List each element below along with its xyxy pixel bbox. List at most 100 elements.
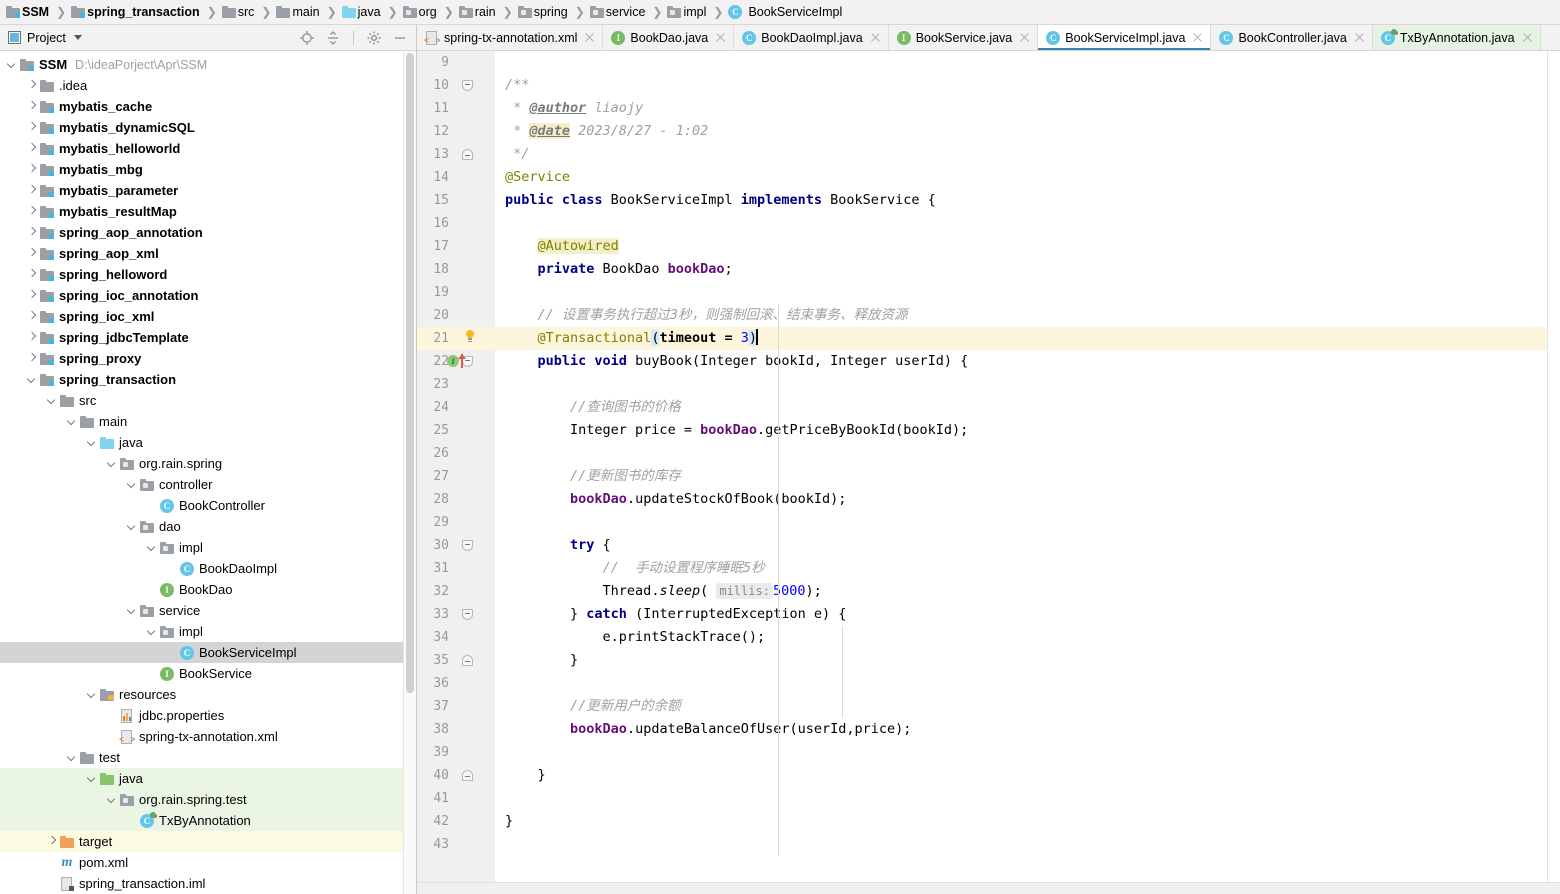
gutter-line-30[interactable]: 30 xyxy=(417,534,495,557)
gear-icon[interactable] xyxy=(366,30,382,46)
chevron-down-icon[interactable] xyxy=(26,374,37,385)
gutter-line-16[interactable]: 16 xyxy=(417,212,495,235)
fold-region-start-icon[interactable] xyxy=(462,609,473,620)
chevron-down-icon[interactable] xyxy=(146,626,157,637)
breadcrumb-item-spring[interactable]: spring xyxy=(516,0,572,24)
gutter-line-28[interactable]: 28 xyxy=(417,488,495,511)
chevron-down-icon[interactable] xyxy=(46,395,57,406)
chevron-down-icon[interactable] xyxy=(106,794,117,805)
tree-node-spring-aop-xml[interactable]: spring_aop_xml xyxy=(0,243,416,264)
tree-node-main[interactable]: main xyxy=(0,411,416,432)
tree-node-java[interactable]: java xyxy=(0,768,416,789)
gutter-line-9[interactable]: 9 xyxy=(417,51,495,74)
gutter-line-36[interactable]: 36 xyxy=(417,672,495,695)
collapse-all-icon[interactable] xyxy=(325,30,341,46)
gutter-line-33[interactable]: 33 xyxy=(417,603,495,626)
gutter-line-31[interactable]: 31 xyxy=(417,557,495,580)
gutter-line-23[interactable]: 23 xyxy=(417,373,495,396)
fold-region-end-icon[interactable] xyxy=(462,770,473,781)
error-stripe-marker-panel[interactable] xyxy=(1548,51,1560,882)
tree-node-mybatis-resultmap[interactable]: mybatis_resultMap xyxy=(0,201,416,222)
editor-tab-spring-tx-annotation-xml[interactable]: < > spring-tx-annotation.xml xyxy=(417,25,604,50)
gutter-line-39[interactable]: 39 xyxy=(417,741,495,764)
tree-node-spring-proxy[interactable]: spring_proxy xyxy=(0,348,416,369)
chevron-right-icon[interactable] xyxy=(26,122,37,133)
gutter-line-26[interactable]: 26 xyxy=(417,442,495,465)
tree-node-service[interactable]: service xyxy=(0,600,416,621)
tree-node-bookserviceimpl[interactable]: C BookServiceImpl xyxy=(0,642,416,663)
gutter-line-38[interactable]: 38 xyxy=(417,718,495,741)
gutter-line-20[interactable]: 20 xyxy=(417,304,495,327)
tree-node-spring-transaction-iml[interactable]: spring_transaction.iml xyxy=(0,873,416,894)
close-icon[interactable] xyxy=(1354,32,1365,43)
editor-tab-bookservice-java[interactable]: I BookService.java xyxy=(888,25,1039,50)
tree-node-bookdaoimpl[interactable]: C BookDaoImpl xyxy=(0,558,416,579)
project-panel-title-group[interactable]: Project xyxy=(8,31,299,45)
chevron-right-icon[interactable] xyxy=(26,143,37,154)
chevron-right-icon[interactable] xyxy=(26,101,37,112)
tree-node-pom-xml[interactable]: m pom.xml xyxy=(0,852,416,873)
breadcrumb-item-java[interactable]: java xyxy=(340,0,385,24)
editor-gutter[interactable]: 9 10 11 12 13 14 15 16 17 18 19 20 21 22 I 23 24 25 26 27 28… xyxy=(417,51,495,882)
chevron-right-icon[interactable] xyxy=(26,80,37,91)
breadcrumb-item-src[interactable]: src xyxy=(220,0,259,24)
gutter-line-19[interactable]: 19 xyxy=(417,281,495,304)
tree-node-target[interactable]: target xyxy=(0,831,416,852)
gutter-line-14[interactable]: 14 xyxy=(417,166,495,189)
editor-tab-bookcontroller-java[interactable]: C BookController.java xyxy=(1211,25,1373,50)
editor-tab-bookdaoimpl-java[interactable]: C BookDaoImpl.java xyxy=(734,25,889,50)
tree-node-bookcontroller[interactable]: C BookController xyxy=(0,495,416,516)
breadcrumb-item-spring-transaction[interactable]: spring_transaction xyxy=(69,0,204,24)
gutter-line-11[interactable]: 11 xyxy=(417,97,495,120)
chevron-down-icon[interactable] xyxy=(86,689,97,700)
chevron-down-icon[interactable] xyxy=(146,542,157,553)
tree-node-spring-aop-annotation[interactable]: spring_aop_annotation xyxy=(0,222,416,243)
tree-node-spring-tx-annotation-xml[interactable]: < > spring-tx-annotation.xml xyxy=(0,726,416,747)
chevron-right-icon[interactable] xyxy=(26,290,37,301)
tree-node-org-rain-spring[interactable]: org.rain.spring xyxy=(0,453,416,474)
breadcrumb-item-service[interactable]: service xyxy=(588,0,650,24)
breadcrumb-item-impl[interactable]: impl xyxy=(665,0,710,24)
tree-node-bookservice[interactable]: I BookService xyxy=(0,663,416,684)
gutter-line-17[interactable]: 17 xyxy=(417,235,495,258)
fold-region-start-icon[interactable] xyxy=(462,540,473,551)
gutter-line-10[interactable]: 10 xyxy=(417,74,495,97)
code-content[interactable]: /** * @author liaojy * @date 2023/8/27 -… xyxy=(495,51,1560,882)
gutter-line-13[interactable]: 13 xyxy=(417,143,495,166)
chevron-right-icon[interactable] xyxy=(26,185,37,196)
breadcrumb-item-rain[interactable]: rain xyxy=(457,0,500,24)
fold-region-end-icon[interactable] xyxy=(462,655,473,666)
tree-node-txbyannotation[interactable]: C TxByAnnotation xyxy=(0,810,416,831)
project-tree[interactable]: SSM D:\ideaPorject\Apr\SSM .idea mybatis_ca… xyxy=(0,51,416,894)
gutter-line-34[interactable]: 34 xyxy=(417,626,495,649)
chevron-right-icon[interactable] xyxy=(26,269,37,280)
tree-node-impl[interactable]: impl xyxy=(0,537,416,558)
editor-tab-bookserviceimpl-java[interactable]: C BookServiceImpl.java xyxy=(1038,25,1212,50)
tree-node-mybatis-dynamicsql[interactable]: mybatis_dynamicSQL xyxy=(0,117,416,138)
chevron-right-icon[interactable] xyxy=(26,353,37,364)
sidebar-scrollbar[interactable] xyxy=(403,51,416,894)
chevron-down-icon[interactable] xyxy=(66,416,77,427)
tree-node-impl[interactable]: impl xyxy=(0,621,416,642)
close-icon[interactable] xyxy=(870,32,881,43)
implementing-method-icon[interactable]: I xyxy=(447,354,473,368)
tree-node-java[interactable]: java xyxy=(0,432,416,453)
gutter-line-42[interactable]: 42 xyxy=(417,810,495,833)
chevron-down-icon[interactable] xyxy=(86,437,97,448)
chevron-down-icon[interactable] xyxy=(126,521,137,532)
chevron-right-icon[interactable] xyxy=(26,164,37,175)
close-icon[interactable] xyxy=(715,32,726,43)
chevron-down-icon[interactable] xyxy=(126,479,137,490)
chevron-right-icon[interactable] xyxy=(26,206,37,217)
gutter-line-29[interactable]: 29 xyxy=(417,511,495,534)
tree-node-spring-ioc-annotation[interactable]: spring_ioc_annotation xyxy=(0,285,416,306)
fold-region-start-icon[interactable] xyxy=(462,80,473,91)
scrollbar-thumb[interactable] xyxy=(406,53,414,693)
chevron-down-icon[interactable] xyxy=(126,605,137,616)
breadcrumb-item-main[interactable]: main xyxy=(274,0,323,24)
tree-node-test[interactable]: test xyxy=(0,747,416,768)
chevron-right-icon[interactable] xyxy=(26,332,37,343)
gutter-line-15[interactable]: 15 xyxy=(417,189,495,212)
locate-target-icon[interactable] xyxy=(299,30,315,46)
gutter-line-41[interactable]: 41 xyxy=(417,787,495,810)
